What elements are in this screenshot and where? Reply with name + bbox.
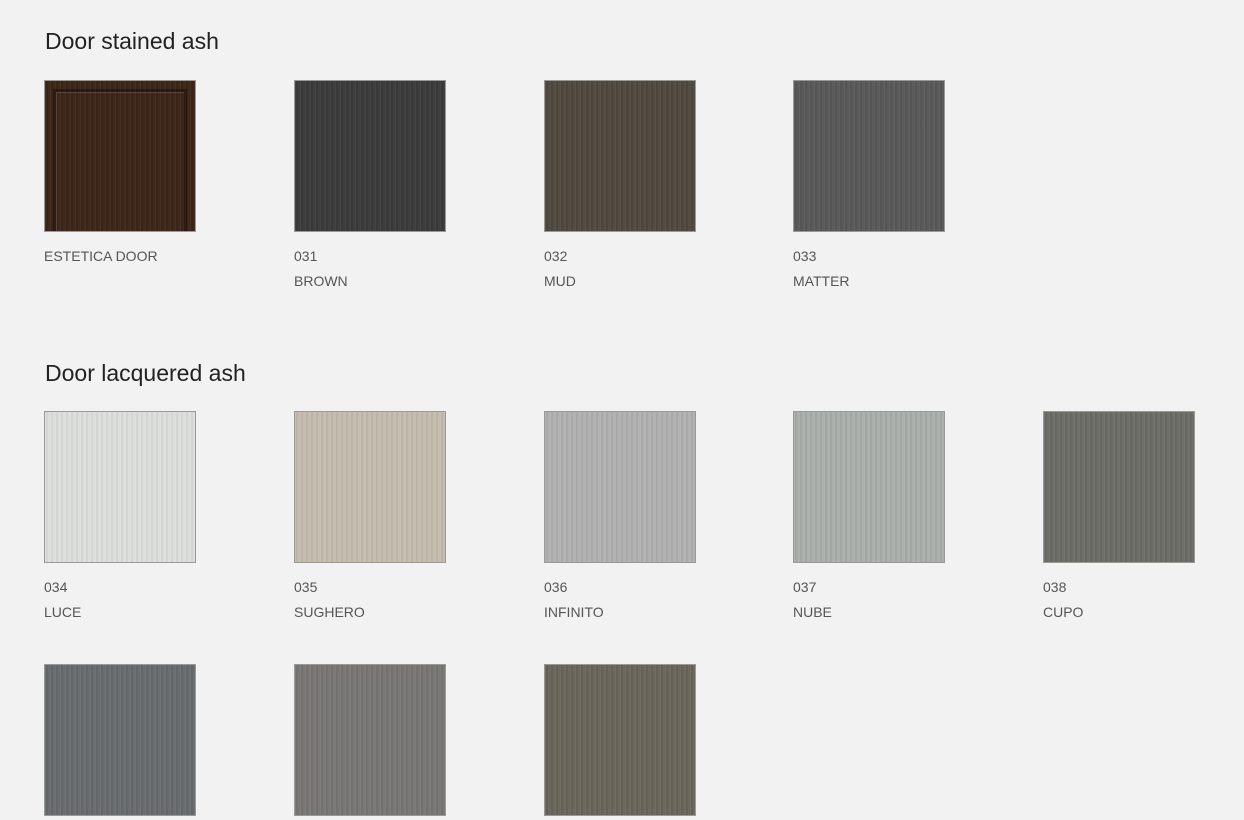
section-title-lacquered-ash: Door lacquered ash <box>45 360 246 386</box>
swatch-035[interactable]: 035 SUGHERO <box>294 411 454 619</box>
swatch-name: LUCE <box>44 604 82 620</box>
swatch-name: INFINITO <box>544 604 604 620</box>
swatch-036[interactable]: 036 INFINITO <box>544 411 704 619</box>
swatch-sample <box>544 664 696 816</box>
swatch-033[interactable]: 033 MATTER <box>793 80 953 288</box>
swatch-032[interactable]: 032 MUD <box>544 80 704 288</box>
swatch-039[interactable] <box>44 664 204 816</box>
swatch-037[interactable]: 037 NUBE <box>793 411 953 619</box>
swatch-name: SUGHERO <box>294 604 365 620</box>
swatch-name: CUPO <box>1043 604 1084 620</box>
swatch-code: 032 <box>544 248 568 264</box>
swatch-name: MATTER <box>793 273 850 289</box>
swatch-sample <box>793 80 945 232</box>
swatch-name: NUBE <box>793 604 832 620</box>
swatch-sample <box>294 80 446 232</box>
swatch-sample <box>294 411 446 563</box>
swatch-code: 036 <box>544 579 568 595</box>
swatch-sample <box>44 411 196 563</box>
swatch-code: 031 <box>294 248 318 264</box>
swatch-sample <box>544 80 696 232</box>
swatch-code: 033 <box>793 248 817 264</box>
swatch-sample <box>1043 411 1195 563</box>
swatch-038[interactable]: 038 CUPO <box>1043 411 1203 619</box>
swatch-estetica-door[interactable]: ESTETICA DOOR <box>44 80 204 263</box>
swatch-034[interactable]: 034 LUCE <box>44 411 204 619</box>
swatch-sample <box>544 411 696 563</box>
swatch-code: 038 <box>1043 579 1067 595</box>
swatch-031[interactable]: 031 BROWN <box>294 80 454 288</box>
swatch-sample <box>294 664 446 816</box>
swatch-sample <box>44 664 196 816</box>
swatch-name: ESTETICA DOOR <box>44 248 158 264</box>
swatch-code: 037 <box>793 579 817 595</box>
finish-catalog: Door stained ash ESTETICA DOOR 031 BROWN… <box>0 0 1244 820</box>
swatch-sample <box>793 411 945 563</box>
section-title-stained-ash: Door stained ash <box>45 28 219 54</box>
swatch-name: MUD <box>544 273 576 289</box>
swatch-name: BROWN <box>294 273 348 289</box>
swatch-041[interactable] <box>544 664 704 816</box>
swatch-code: 035 <box>294 579 318 595</box>
swatch-040[interactable] <box>294 664 454 816</box>
swatch-code: 034 <box>44 579 68 595</box>
door-icon <box>44 80 196 232</box>
